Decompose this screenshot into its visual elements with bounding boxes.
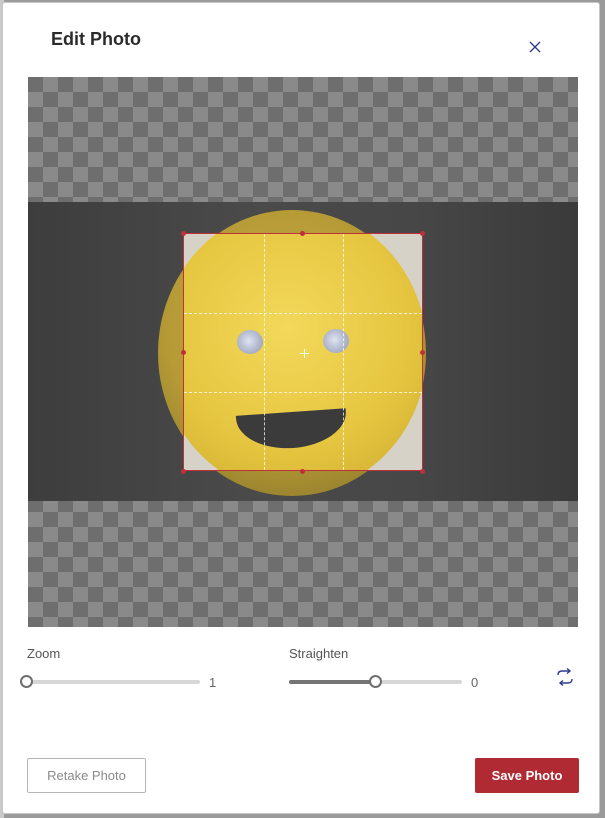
straighten-slider-fill [289, 680, 376, 684]
crop-handle-bottom-left[interactable] [181, 469, 186, 474]
crop-handle-top[interactable] [300, 231, 305, 236]
zoom-value: 1 [209, 675, 217, 690]
crop-grid-line [184, 392, 422, 393]
straighten-label: Straighten [289, 646, 349, 661]
crop-handle-right[interactable] [420, 350, 425, 355]
straighten-slider-thumb[interactable] [369, 675, 382, 688]
rotate-icon [557, 667, 573, 687]
zoom-slider-thumb[interactable] [20, 675, 33, 688]
dialog-title: Edit Photo [51, 29, 141, 49]
crop-grid-line [184, 313, 422, 314]
mouth [235, 408, 349, 452]
left-eye [237, 330, 263, 354]
photo-canvas[interactable] [28, 77, 578, 627]
retake-photo-button[interactable]: Retake Photo [27, 758, 146, 793]
save-photo-button[interactable]: Save Photo [475, 758, 579, 793]
straighten-value: 0 [471, 675, 479, 690]
crop-handle-left[interactable] [181, 350, 186, 355]
rotate-button[interactable] [555, 667, 575, 687]
zoom-label: Zoom [27, 646, 61, 661]
zoom-slider[interactable] [27, 680, 200, 684]
close-button[interactable] [525, 37, 545, 57]
crop-grid-line [343, 234, 344, 470]
crop-handle-top-left[interactable] [181, 231, 186, 236]
crop-grid-line [264, 234, 265, 470]
crop-handle-top-right[interactable] [420, 231, 425, 236]
crop-center-icon [300, 349, 309, 358]
crop-handle-bottom-right[interactable] [420, 469, 425, 474]
right-eye [323, 329, 349, 353]
close-icon [529, 41, 541, 53]
edit-photo-dialog: Edit Photo Zoom 1 Straighten 0 Retake Ph… [2, 2, 600, 814]
crop-box[interactable] [183, 233, 423, 471]
crop-handle-bottom[interactable] [300, 469, 305, 474]
